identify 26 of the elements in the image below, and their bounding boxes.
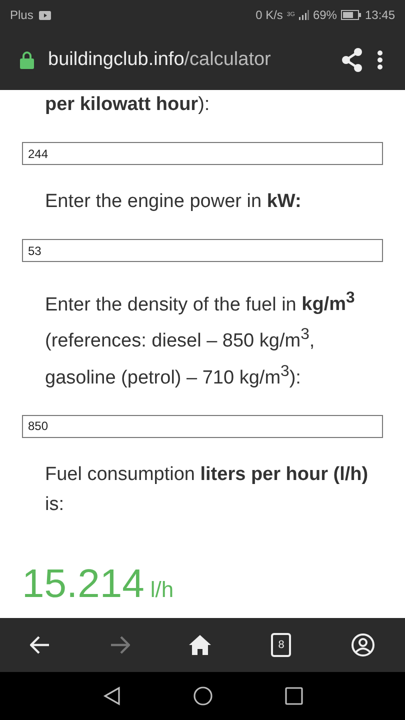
recent-apps-icon[interactable] (284, 687, 302, 705)
input-field[interactable]: 53 (22, 239, 383, 262)
form-text: Enter the density of the fuel in kg/m$^{3}$ (references: diesel – 850 kg/m$^{3}$, gasoline (petrol) – 710 kg/m$^{3}$): (45, 289, 356, 390)
share-icon[interactable] (341, 48, 363, 72)
battery-icon (340, 10, 361, 20)
form-text: Fuel consumption liters per hour (l/h) is: (45, 462, 370, 517)
form-text: per kilowatt hour): (45, 93, 211, 117)
video-icon (39, 10, 52, 20)
battery-percent: 69% (312, 8, 337, 22)
network-speed: 0 K/s (256, 8, 283, 22)
result-value: 15.214 (22, 562, 144, 607)
input-field[interactable]: 244 (22, 142, 383, 165)
carrier-name: Plus (10, 8, 34, 22)
home-icon[interactable] (192, 686, 212, 706)
menu-icon[interactable] (377, 50, 383, 70)
result-unit: l/h (150, 576, 174, 603)
forward-icon[interactable] (110, 636, 130, 654)
lock-icon (20, 51, 34, 69)
clock-time: 13:45 (364, 8, 395, 22)
signal-icon (298, 10, 309, 20)
tabs-button[interactable]: 8 (271, 633, 292, 657)
input-field[interactable]: 850 (22, 414, 383, 438)
account-icon[interactable] (351, 633, 376, 657)
form-text: Enter the engine power in kW: (45, 190, 302, 214)
back-icon[interactable] (102, 686, 120, 706)
home-icon[interactable] (189, 635, 212, 655)
